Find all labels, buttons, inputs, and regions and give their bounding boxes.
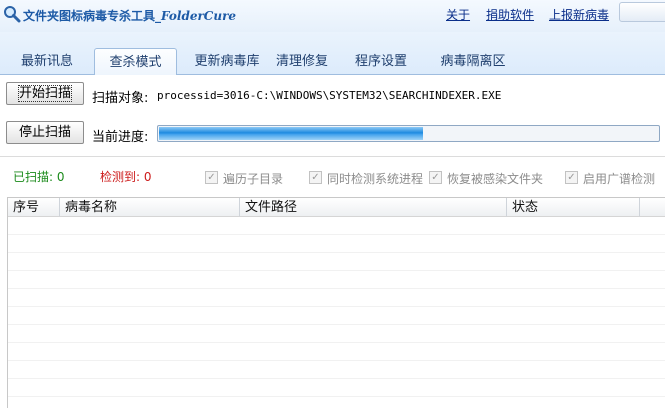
stop-scan-button[interactable]: 停止扫描 — [6, 121, 84, 144]
tab-scan-mode[interactable]: 查杀模式 — [94, 48, 177, 75]
table-row — [8, 361, 665, 379]
tab-news[interactable]: 最新讯息 — [13, 48, 81, 75]
table-row — [8, 379, 665, 397]
section-divider — [0, 156, 665, 157]
table-row — [8, 343, 665, 361]
stop-scan-label: 停止扫描 — [18, 125, 71, 140]
start-scan-button[interactable]: 开始扫描 — [6, 82, 84, 105]
tab-cleanup-repair[interactable]: 清理修复 — [271, 48, 333, 75]
tab-update-database[interactable]: 更新病毒库 — [185, 48, 269, 75]
option-label: 启用广谱检测 — [583, 172, 656, 186]
table-row — [8, 325, 665, 343]
column-header-filler — [640, 198, 665, 217]
scan-progress-fill — [159, 127, 423, 140]
progress-label: 当前进度: — [92, 130, 149, 145]
tab-quarantine[interactable]: 病毒隔离区 — [433, 48, 513, 75]
magnifier-icon — [4, 6, 21, 23]
results-table[interactable]: 序号 病毒名称 文件路径 状态 — [7, 197, 665, 408]
scanned-count: 已扫描: 0 — [13, 168, 65, 185]
column-header-status[interactable]: 状态 — [507, 198, 640, 217]
checkbox[interactable]: ✓ — [205, 171, 218, 184]
table-row — [8, 271, 665, 289]
option-label: 遍历子目录 — [223, 172, 284, 186]
app-title-brand: FolderCure — [161, 9, 237, 23]
start-scan-label: 开始扫描 — [17, 85, 73, 102]
report-virus-link[interactable]: 上报新病毒 — [549, 6, 609, 23]
table-row — [8, 217, 665, 235]
donate-link[interactable]: 捐助软件 — [486, 6, 534, 23]
app-title: 文件夹图标病毒专杀工具_FolderCure — [23, 7, 236, 24]
option-label: 恢复被感染文件夹 — [447, 172, 544, 186]
detected-value: 0 — [143, 170, 152, 184]
table-row — [8, 397, 665, 408]
checkbox[interactable]: ✓ — [565, 171, 578, 184]
detected-label: 检测到: — [100, 170, 141, 184]
column-header-virus-name[interactable]: 病毒名称 — [60, 198, 240, 217]
table-row — [8, 289, 665, 307]
tab-settings[interactable]: 程序设置 — [347, 48, 415, 75]
option-label: 同时检测系统进程 — [327, 172, 424, 186]
checkbox[interactable]: ✓ — [429, 171, 442, 184]
column-header-index[interactable]: 序号 — [8, 198, 60, 217]
window-control-button[interactable] — [619, 2, 665, 22]
scan-target-value: processid=3016-C:\WINDOWS\SYSTEM32\SEARC… — [157, 89, 502, 102]
title-bar: 文件夹图标病毒专杀工具_FolderCure 关于 捐助软件 上报新病毒 — [0, 0, 665, 32]
scanned-value: 0 — [56, 170, 65, 184]
table-row — [8, 307, 665, 325]
about-link[interactable]: 关于 — [446, 6, 470, 23]
scanned-label: 已扫描: — [13, 170, 54, 184]
column-header-file-path[interactable]: 文件路径 — [240, 198, 507, 217]
checkbox[interactable]: ✓ — [309, 171, 322, 184]
table-row — [8, 235, 665, 253]
scan-target-label: 扫描对象: — [92, 91, 149, 106]
detected-count: 检测到: 0 — [100, 168, 152, 185]
app-title-main: 文件夹图标病毒专杀工具_ — [23, 9, 162, 23]
table-row — [8, 253, 665, 271]
scan-progress-bar — [157, 125, 660, 142]
